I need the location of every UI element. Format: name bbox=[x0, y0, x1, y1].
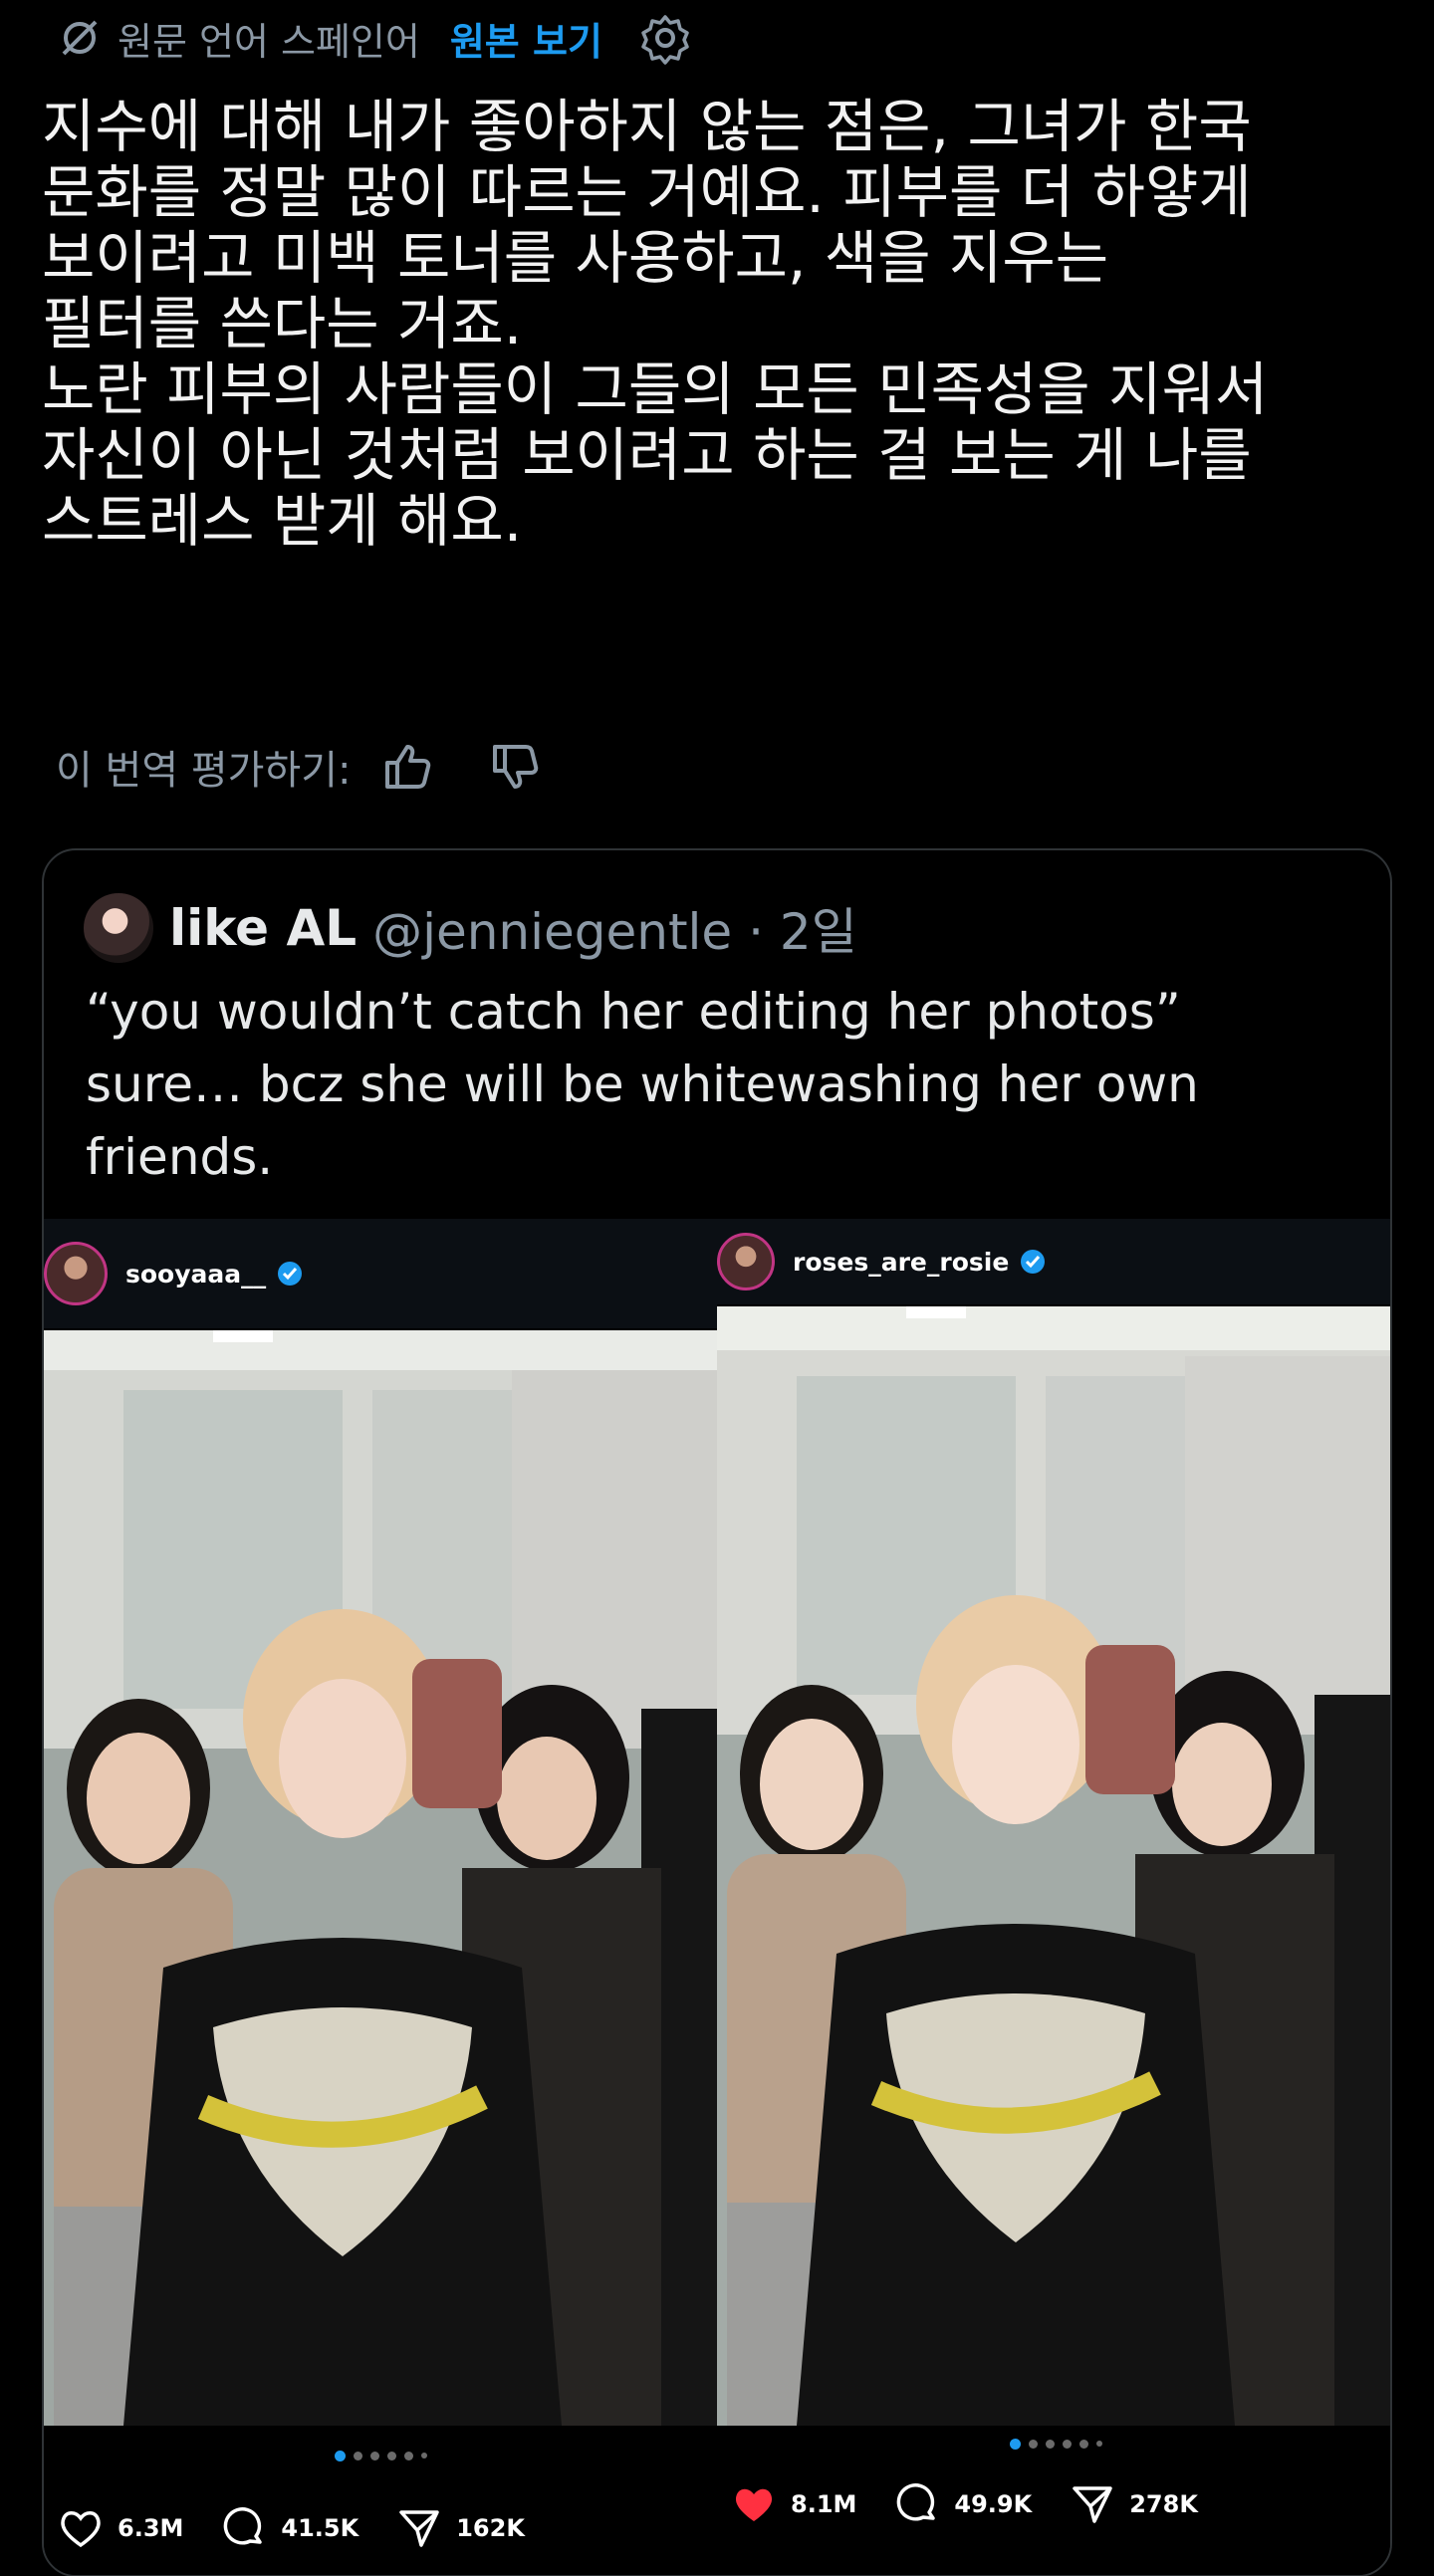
carousel-dot bbox=[1009, 2439, 1021, 2450]
carousel-dot bbox=[1078, 2440, 1088, 2449]
translation-rating: 이 번역 평가하기: bbox=[56, 737, 543, 797]
avatar bbox=[717, 1233, 775, 1290]
verified-badge-icon bbox=[276, 1260, 304, 1288]
comment-icon bbox=[894, 2481, 940, 2527]
author-handle: @jenniegentle · 2일 bbox=[372, 903, 857, 961]
carousel-dot bbox=[1045, 2440, 1055, 2449]
share-count: 162K bbox=[456, 2514, 525, 2542]
carousel-dot bbox=[420, 2453, 427, 2459]
quoted-tweet-header: like AL @jenniegentle · 2일 bbox=[84, 890, 857, 966]
rating-label: 이 번역 평가하기: bbox=[56, 748, 352, 794]
carousel-dots bbox=[717, 2439, 1390, 2450]
instagram-username: roses_are_rosie bbox=[793, 1247, 1010, 1277]
carousel-dot bbox=[1095, 2441, 1102, 2447]
instagram-post-header: sooyaaa__ bbox=[44, 1219, 717, 1328]
quoted-tweet-text: “you wouldn’t catch her editing her phot… bbox=[86, 983, 1199, 1186]
author-name[interactable]: like AL bbox=[169, 899, 357, 957]
instagram-actions: 8.1M 49.9K 278K bbox=[731, 2469, 1222, 2539]
like-count: 6.3M bbox=[118, 2514, 184, 2542]
thumbs-up-icon[interactable] bbox=[379, 739, 435, 795]
comment-count: 49.9K bbox=[954, 2490, 1033, 2518]
instagram-post-header: roses_are_rosie bbox=[717, 1219, 1390, 1304]
heart-icon bbox=[58, 2505, 104, 2551]
comment-icon bbox=[221, 2505, 267, 2551]
carousel-dot bbox=[334, 2451, 346, 2461]
translation-bar: 원문 언어 스페인어 원본 보기 bbox=[56, 10, 692, 66]
avatar[interactable] bbox=[84, 893, 153, 963]
translate-icon bbox=[56, 14, 104, 62]
show-original-link[interactable]: 원본 보기 bbox=[450, 11, 602, 66]
instagram-username: sooyaaa__ bbox=[125, 1259, 267, 1288]
heart-filled-icon bbox=[731, 2481, 777, 2527]
like-count: 8.1M bbox=[791, 2490, 857, 2518]
post-text: 지수에 대해 내가 좋아하지 않는 점은, 그녀가 한국 문화를 정말 많이 따… bbox=[42, 93, 1269, 555]
translation-language-label: 원문 언어 스페인어 bbox=[118, 19, 420, 64]
quoted-tweet[interactable]: like AL @jenniegentle · 2일 “you wouldn’t… bbox=[42, 848, 1392, 2576]
carousel-dot bbox=[1062, 2440, 1072, 2449]
carousel-dot bbox=[1028, 2440, 1038, 2449]
group-selfie-photo bbox=[44, 1330, 717, 2426]
embedded-image-left[interactable]: sooyaaa__ 6.3M 41.5K 162K bbox=[44, 1219, 717, 2575]
thumbs-down-icon[interactable] bbox=[487, 739, 543, 795]
instagram-actions: 6.3M 41.5K 162K bbox=[58, 2493, 549, 2563]
verified-badge-icon bbox=[1019, 1248, 1047, 1276]
group-selfie-photo bbox=[717, 1306, 1390, 2426]
carousel-dot bbox=[369, 2452, 379, 2460]
carousel-dots bbox=[44, 2451, 717, 2461]
share-icon bbox=[396, 2505, 442, 2551]
carousel-dot bbox=[403, 2452, 413, 2460]
carousel-dot bbox=[386, 2452, 396, 2460]
gear-icon[interactable] bbox=[638, 11, 692, 65]
share-icon bbox=[1070, 2481, 1115, 2527]
comment-count: 41.5K bbox=[281, 2514, 359, 2542]
carousel-dot bbox=[353, 2452, 362, 2460]
avatar bbox=[44, 1242, 108, 1305]
share-count: 278K bbox=[1129, 2490, 1198, 2518]
embedded-image-right[interactable]: roses_are_rosie 8.1M 49.9K 278K bbox=[717, 1219, 1390, 2575]
